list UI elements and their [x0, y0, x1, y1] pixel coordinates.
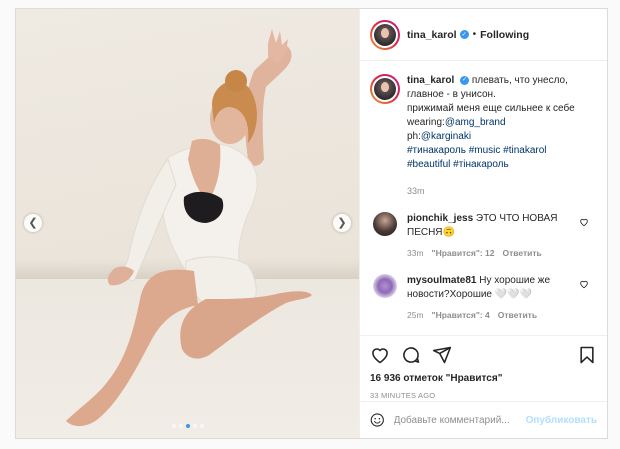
author-avatar[interactable] — [370, 19, 400, 50]
carousel-dot — [185, 424, 190, 428]
carousel-indicator — [16, 424, 359, 428]
carousel-dot — [192, 424, 197, 428]
post-card: ❮ ❯ tina_karol ✓ • Following tina_karol … — [15, 8, 608, 439]
verified-badge-icon: ✓ — [460, 75, 470, 85]
post-header: tina_karol ✓ • Following — [360, 9, 607, 61]
caption-line-2: главное - в унисон. — [407, 89, 496, 100]
comment-input[interactable] — [393, 414, 526, 426]
verified-badge-icon: ✓ — [459, 30, 469, 39]
comment-item: mysoulmate81 Ну хорошие же новости?Хорош… — [370, 274, 597, 322]
likes-count[interactable]: 16 936 отметок "Нравится" — [370, 373, 597, 384]
photo-label: ph: — [407, 131, 421, 142]
carousel-dot — [171, 424, 176, 428]
caption-line-3: прижимай меня еще сильнее к себе — [407, 103, 575, 114]
comment-button[interactable] — [401, 345, 421, 365]
caption-line-1: плевать, что унесло, — [471, 75, 568, 86]
share-icon — [432, 346, 452, 364]
author-username[interactable]: tina_karol — [407, 29, 457, 41]
post-timestamp: 33 MINUTES AGO — [370, 391, 436, 400]
carousel-dot — [178, 424, 183, 428]
commenter-username[interactable]: pionchik_jess — [407, 213, 473, 224]
commenter-username[interactable]: mysoulmate81 — [407, 275, 476, 286]
wearing-label: wearing: — [407, 117, 445, 128]
reply-button[interactable]: Ответить — [503, 246, 542, 260]
photographer-mention-link[interactable]: @karginaki — [421, 131, 471, 142]
hashtags-line-1[interactable]: #тинакароль #music #tinakarol — [407, 145, 547, 156]
save-button[interactable] — [577, 345, 597, 365]
comment-likes-count[interactable]: "Нравится": 4 — [432, 308, 490, 322]
post-caption: tina_karol ✓ плевать, что унесло, главно… — [370, 74, 597, 198]
carousel-dot — [199, 424, 204, 428]
next-slide-button[interactable]: ❯ — [333, 214, 351, 232]
share-button[interactable] — [432, 345, 452, 365]
caption-author-avatar[interactable] — [370, 74, 400, 104]
reply-button[interactable]: Ответить — [498, 308, 537, 322]
heart-icon — [372, 348, 388, 364]
separator-dot: • — [472, 29, 477, 40]
comment-like-heart-icon[interactable] — [579, 279, 589, 289]
following-button[interactable]: Following — [480, 29, 529, 41]
add-comment-bar: Опубликовать — [360, 401, 607, 438]
post-side-panel: tina_karol ✓ • Following tina_karol ✓ пл… — [359, 9, 607, 438]
chevron-right-icon: ❯ — [337, 216, 347, 229]
woman-figure-image — [66, 29, 312, 427]
comment-timestamp: 33m — [407, 248, 424, 258]
bookmark-icon — [580, 346, 594, 364]
comments-list[interactable]: tina_karol ✓ плевать, что унесло, главно… — [360, 62, 607, 335]
comment-timestamp: 25m — [407, 310, 424, 320]
comment-likes-count[interactable]: "Нравится": 12 — [432, 246, 495, 260]
chevron-left-icon: ❮ — [28, 216, 38, 229]
brand-mention-link[interactable]: @amg_brand — [445, 117, 506, 128]
comment-like-heart-icon[interactable] — [579, 217, 589, 227]
post-photo[interactable]: ❮ ❯ — [16, 9, 359, 438]
comment-item: pionchik_jess ЭТО ЧТО НОВАЯ ПЕСНЯ🙃 33m "… — [370, 212, 597, 260]
comment-icon — [403, 347, 420, 363]
like-button[interactable] — [370, 345, 390, 365]
caption-username[interactable]: tina_karol — [407, 75, 454, 86]
previous-slide-button[interactable]: ❮ — [24, 214, 42, 232]
commenter-avatar[interactable] — [373, 274, 397, 298]
publish-comment-button[interactable]: Опубликовать — [526, 415, 597, 426]
caption-text: tina_karol ✓ плевать, что унесло, главно… — [407, 74, 597, 198]
caption-timestamp: 33m — [407, 186, 425, 196]
hashtags-line-2[interactable]: #beautiful #тiнакароль — [407, 159, 509, 170]
emoji-icon[interactable] — [370, 411, 385, 429]
post-actions: 16 936 отметок "Нравится" 33 MINUTES AGO — [360, 335, 607, 403]
commenter-avatar[interactable] — [373, 212, 397, 236]
